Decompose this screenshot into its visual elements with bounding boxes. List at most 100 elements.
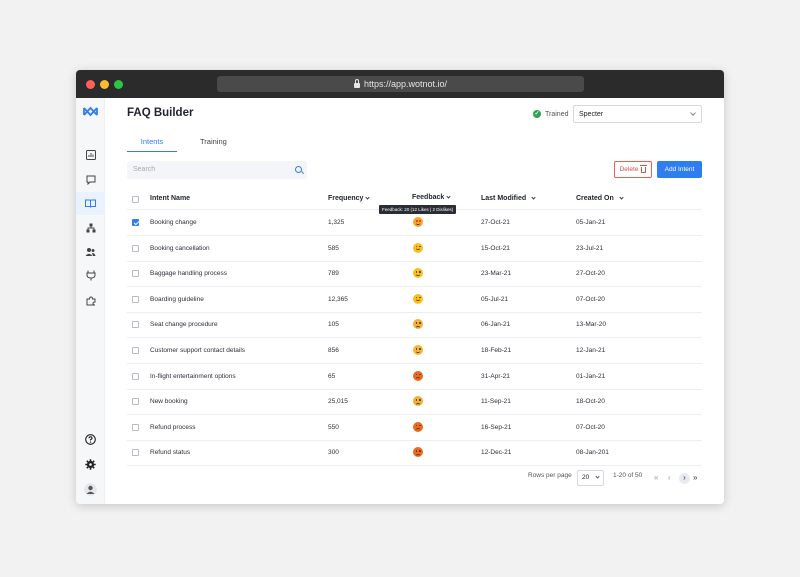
table-row[interactable]: Customer support contact details 856 18-Fe…: [127, 338, 702, 364]
last-page-icon[interactable]: »: [693, 474, 697, 482]
emoji-feature: [415, 373, 417, 376]
integrations-plug-icon[interactable]: [83, 268, 98, 283]
analytics-icon[interactable]: [83, 147, 98, 162]
table-row[interactable]: Boarding guideline 12,365 05-Jul-21 07-Oct-…: [127, 287, 702, 313]
row-checkbox[interactable]: [132, 449, 139, 457]
feedback-angry-emoji-icon[interactable]: [413, 370, 423, 381]
wotnot-logo-icon[interactable]: [83, 104, 98, 119]
help-icon[interactable]: [83, 432, 98, 447]
column-header-created-on[interactable]: Created On: [576, 195, 624, 202]
chat-icon[interactable]: [83, 172, 98, 187]
feedback-neutral-emoji-icon[interactable]: [413, 345, 423, 355]
add-intent-button[interactable]: Add Intent: [657, 161, 702, 178]
feedback-happy-emoji-icon[interactable]: [413, 242, 423, 253]
created-on-cell: 23-Jul-21: [576, 244, 604, 252]
minimize-window-dot[interactable]: [100, 80, 109, 89]
tab-intents[interactable]: Intents: [127, 137, 177, 152]
next-page-icon[interactable]: ›: [679, 473, 690, 484]
delete-button[interactable]: Delete: [614, 161, 652, 178]
created-on-cell: 07-Oct-20: [576, 295, 605, 303]
maximize-window-dot[interactable]: [114, 80, 123, 89]
created-on-cell: 27-Oct-20: [576, 270, 605, 278]
search-input[interactable]: Search: [127, 161, 307, 179]
sort-caret-icon: [365, 195, 371, 200]
select-all-checkbox[interactable]: [132, 196, 139, 203]
table-row[interactable]: New booking 25,015 11-Sep-21 18-Oct-20: [127, 389, 702, 416]
intent-name-cell[interactable]: Baggage handling process: [150, 261, 227, 287]
bot-select[interactable]: Specter: [573, 105, 702, 123]
table-row[interactable]: Refund status 300 12-Dec-21 08-Jan-201: [127, 440, 702, 467]
feedback-happy-emoji-icon[interactable]: [413, 268, 423, 279]
table-row[interactable]: Baggage handling process 789 23-Mar-21 27-O…: [127, 261, 702, 288]
prev-page-icon[interactable]: ‹: [668, 474, 671, 482]
column-header-frequency[interactable]: Frequency: [328, 195, 371, 202]
settings-gear-icon[interactable]: [83, 457, 98, 472]
frequency-cell: 65: [328, 372, 336, 380]
row-checkbox[interactable]: [132, 219, 139, 226]
url-bar[interactable]: https://app.wotnot.io/: [217, 76, 584, 92]
trained-label: Trained: [545, 110, 569, 118]
table-row[interactable]: Booking cancellation 585 15-Oct-21 23-Jul-2…: [127, 236, 702, 262]
intent-name-cell[interactable]: Booking cancellation: [150, 236, 210, 262]
intent-name-cell[interactable]: Seat change procedure: [150, 312, 218, 338]
column-header-feedback[interactable]: Feedback: [412, 194, 451, 201]
row-checkbox[interactable]: [132, 321, 139, 329]
feedback-angry-emoji-icon[interactable]: [413, 421, 423, 432]
sort-caret-icon: [531, 195, 536, 200]
puzzle-icon[interactable]: [83, 293, 98, 308]
row-checkbox[interactable]: [132, 372, 139, 380]
emoji-feature: [415, 450, 417, 452]
feedback-love-emoji-icon[interactable]: [413, 217, 423, 227]
last-modified-cell: 27-Oct-21: [481, 219, 510, 226]
column-header-last-modified[interactable]: Last Modified: [481, 195, 536, 202]
feedback-angry-emoji-icon[interactable]: [413, 447, 423, 458]
intent-name-cell[interactable]: Refund process: [150, 415, 196, 441]
faq-book-icon[interactable]: [76, 192, 105, 215]
row-checkbox[interactable]: [132, 423, 139, 431]
search-icon[interactable]: [295, 166, 302, 173]
intent-name-cell[interactable]: New booking: [150, 389, 188, 415]
emoji-feature: [416, 453, 420, 456]
table-row[interactable]: Seat change procedure 105 06-Jan-21 13-Mar-…: [127, 312, 702, 339]
tab-training[interactable]: Training: [200, 137, 227, 146]
emoji-feature: [415, 296, 417, 299]
column-label: Created On: [576, 195, 614, 202]
emoji-feature: [415, 245, 417, 248]
feedback-happy-emoji-icon[interactable]: [413, 293, 423, 304]
sidebar: [76, 98, 105, 504]
column-header-intent-name[interactable]: Intent Name: [150, 195, 190, 202]
last-modified-cell: 31-Apr-21: [481, 372, 510, 380]
frequency-cell: 585: [328, 244, 339, 252]
intent-name-cell[interactable]: Booking change: [150, 210, 197, 236]
intent-name-cell[interactable]: Refund status: [150, 440, 190, 466]
rows-per-page-select[interactable]: 20: [577, 470, 604, 486]
close-window-dot[interactable]: [86, 80, 95, 89]
workflow-icon[interactable]: [83, 220, 98, 235]
chevron-down-icon: [595, 474, 600, 479]
last-modified-cell: 12-Dec-21: [481, 449, 512, 457]
row-checkbox[interactable]: [132, 270, 139, 278]
created-on-cell: 18-Oct-20: [576, 398, 605, 406]
intent-name-cell[interactable]: In-flight entertainment options: [150, 364, 236, 390]
feedback-sad-emoji-icon[interactable]: [413, 319, 423, 330]
emoji-feature: [416, 325, 420, 328]
row-checkbox[interactable]: [132, 244, 139, 252]
intent-name-cell[interactable]: Customer support contact details: [150, 338, 245, 364]
emoji-feature: [415, 348, 417, 350]
first-page-icon[interactable]: «: [654, 474, 658, 482]
trained-status: ✓ Trained: [533, 110, 568, 118]
created-on-cell: 12-Jan-21: [576, 347, 606, 354]
row-checkbox[interactable]: [132, 295, 139, 303]
feedback-tooltip: Feedback: 20 (12 Likes | 2 Dislikes): [379, 205, 457, 214]
feedback-sad-emoji-icon[interactable]: [413, 396, 423, 407]
intent-name-cell[interactable]: Boarding guideline: [150, 287, 204, 313]
row-checkbox[interactable]: [132, 398, 139, 406]
table-row[interactable]: Refund process 550 16-Sep-21 07-Oct-20: [127, 415, 702, 441]
avatar[interactable]: [83, 482, 98, 497]
table-row[interactable]: In-flight entertainment options 65 31-Apr-…: [127, 364, 702, 390]
created-on-cell: 01-Jan-21: [576, 372, 606, 380]
row-divider: [127, 465, 702, 467]
row-checkbox[interactable]: [132, 347, 139, 354]
last-modified-cell: 05-Jul-21: [481, 295, 509, 303]
users-icon[interactable]: [83, 244, 98, 259]
